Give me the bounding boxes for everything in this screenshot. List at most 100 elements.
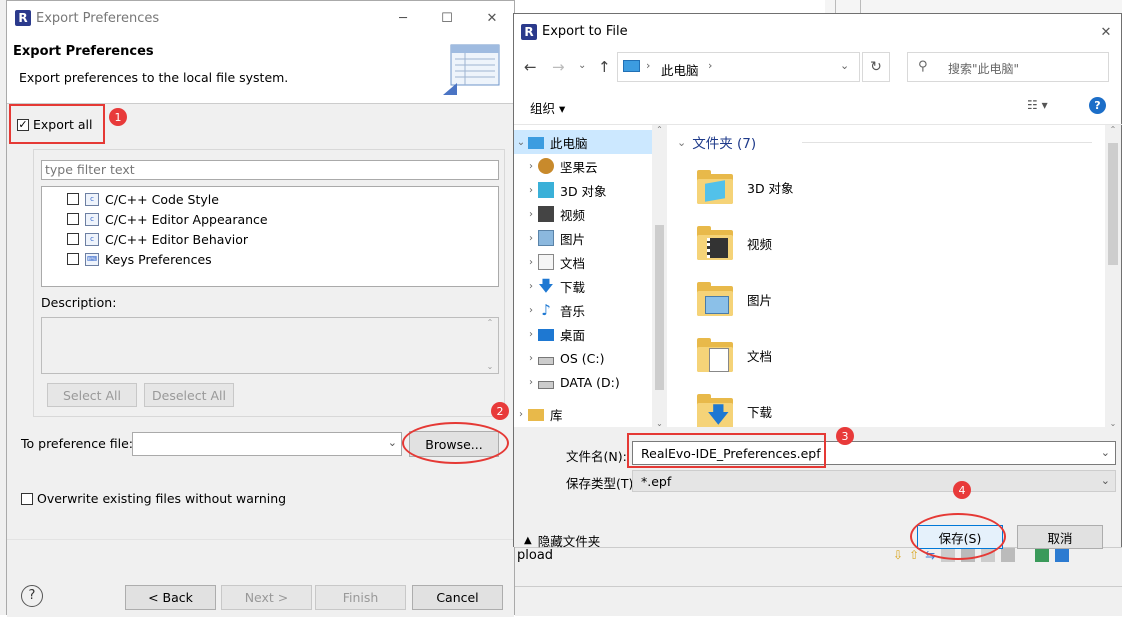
overwrite-checkbox[interactable]: Overwrite existing files without warning [21, 491, 286, 506]
overwrite-check[interactable] [21, 492, 33, 505]
nav-item-3d-objects[interactable]: › 3D 对象 [514, 178, 652, 202]
address-dropdown-icon[interactable]: ⌄ [840, 59, 849, 72]
nav-item-drive-d[interactable]: › DATA (D:) [514, 370, 652, 394]
recent-chevron-icon[interactable]: ⌄ [578, 60, 586, 71]
refresh-button[interactable]: ↻ [862, 52, 890, 82]
hide-folders-toggle[interactable]: ▲ 隐藏文件夹 [524, 531, 600, 550]
tree-item[interactable]: c C/C++ Editor Behavior [67, 229, 268, 249]
content-scrollbar[interactable]: ⌃ ⌄ [1105, 125, 1121, 428]
documents-icon [538, 254, 554, 270]
chevron-down-icon[interactable]: ⌄ [388, 436, 397, 449]
annotation-ellipse-2 [402, 422, 509, 464]
pictures-icon [538, 230, 554, 246]
section-divider [802, 142, 1092, 143]
tree-item-checkbox[interactable] [67, 253, 79, 265]
search-input[interactable]: ⚲ 搜索"此电脑" [907, 52, 1109, 82]
folder-downloads-icon: 🡇 [697, 394, 733, 428]
chevron-down-icon[interactable]: ⌄ [1101, 474, 1110, 487]
chevron-right-icon[interactable]: › [524, 377, 538, 388]
close-button[interactable]: ✕ [482, 8, 502, 28]
help-icon[interactable]: ? [21, 585, 43, 607]
breadcrumb-chevron-icon: › [646, 59, 651, 72]
chevron-down-icon[interactable]: ⌄ [1101, 446, 1110, 459]
header-description: Export preferences to the local file sys… [19, 70, 289, 85]
folder-item[interactable]: 图片 [697, 271, 794, 327]
address-bar[interactable]: › 此电脑 › ⌄ [617, 52, 860, 82]
filter-input[interactable]: type filter text [41, 160, 499, 180]
chevron-right-icon[interactable]: › [524, 185, 538, 196]
chevron-down-icon[interactable]: ⌄ [514, 137, 528, 148]
breadcrumb-chevron-icon: › [708, 59, 713, 72]
cancel-button[interactable]: 取消 [1017, 525, 1103, 549]
chevron-right-icon[interactable]: › [524, 257, 538, 268]
separator [7, 539, 516, 540]
nav-item-music[interactable]: › ♪ 音乐 [514, 298, 652, 322]
folder-item[interactable]: 文档 [697, 327, 794, 383]
cancel-button[interactable]: Cancel [412, 585, 503, 610]
up-arrow-icon[interactable]: ↑ [598, 58, 611, 76]
folder-label: 下载 [747, 404, 773, 420]
nav-item-label: 视频 [560, 207, 586, 223]
window-title: Export to File [542, 24, 628, 39]
close-button[interactable]: ✕ [1096, 22, 1116, 42]
tree-item[interactable]: ⌨ Keys Preferences [67, 249, 268, 269]
minimize-button[interactable]: ─ [393, 8, 413, 28]
preference-icon: c [85, 232, 99, 246]
nav-item-desktop[interactable]: › 桌面 [514, 322, 652, 346]
next-button[interactable]: Next > [221, 585, 312, 610]
nav-item-label: 坚果云 [560, 159, 598, 175]
maximize-button[interactable]: ☐ [437, 8, 457, 28]
section-header[interactable]: ⌄ 文件夹 (7) [677, 132, 757, 153]
to-file-combo[interactable]: ⌄ [132, 432, 402, 456]
app-logo-icon: R [15, 10, 31, 26]
folder-3d-objects-icon [697, 170, 733, 204]
folder-pictures-icon [697, 282, 733, 316]
filetype-select[interactable]: *.epf ⌄ [632, 470, 1116, 492]
nav-item-documents[interactable]: › 文档 [514, 250, 652, 274]
chevron-right-icon[interactable]: › [524, 209, 538, 220]
chevron-right-icon[interactable]: › [524, 281, 538, 292]
nav-item-drive-c[interactable]: › OS (C:) [514, 346, 652, 370]
nutstore-icon [538, 158, 554, 174]
chevron-right-icon[interactable]: › [524, 305, 538, 316]
tree-item-checkbox[interactable] [67, 193, 79, 205]
help-icon[interactable]: ? [1089, 97, 1106, 114]
chevron-right-icon[interactable]: › [524, 329, 538, 340]
finish-button[interactable]: Finish [315, 585, 406, 610]
nav-scrollbar[interactable]: ⌃ ⌄ [652, 125, 667, 428]
view-options-icon[interactable]: ☷ ▾ [1027, 98, 1048, 112]
search-placeholder: 搜索"此电脑" [948, 62, 1020, 76]
nav-item-video[interactable]: › 视频 [514, 202, 652, 226]
folder-item[interactable]: 3D 对象 [697, 159, 794, 215]
section-title: 文件夹 (7) [692, 136, 757, 152]
preference-icon: c [85, 192, 99, 206]
nav-item-downloads[interactable]: › 🡇 下载 [514, 274, 652, 298]
chevron-right-icon[interactable]: › [524, 233, 538, 244]
folder-video-icon [697, 226, 733, 260]
nav-item-library[interactable]: › 库 [514, 402, 652, 426]
nav-item-this-pc[interactable]: ⌄ 此电脑 [514, 130, 652, 154]
chevron-right-icon[interactable]: › [524, 353, 538, 364]
hide-folders-label: 隐藏文件夹 [537, 534, 601, 549]
back-arrow-icon[interactable]: ← [524, 58, 537, 76]
tree-item[interactable]: c C/C++ Code Style [67, 189, 268, 209]
tree-item-checkbox[interactable] [67, 213, 79, 225]
deselect-all-button[interactable]: Deselect All [144, 383, 234, 407]
nav-item-pictures[interactable]: › 图片 [514, 226, 652, 250]
annotation-badge-4: 4 [953, 481, 971, 499]
tree-item[interactable]: c C/C++ Editor Appearance [67, 209, 268, 229]
breadcrumb[interactable]: 此电脑 [661, 60, 699, 79]
forward-arrow-icon[interactable]: → [552, 58, 565, 76]
description-label: Description: [41, 295, 117, 310]
title-bar: R Export Preferences ─ ☐ ✕ [7, 1, 514, 35]
select-all-button[interactable]: Select All [47, 383, 137, 407]
nav-item-label: 桌面 [560, 327, 586, 343]
chevron-right-icon[interactable]: › [524, 161, 538, 172]
nav-item-nutstore[interactable]: › 坚果云 [514, 154, 652, 178]
back-button[interactable]: < Back [125, 585, 216, 610]
chevron-right-icon[interactable]: › [514, 409, 528, 420]
description-scrollbar[interactable]: ⌃ ⌄ [482, 318, 498, 373]
organize-menu[interactable]: 组织 ▾ [530, 98, 565, 117]
folder-item[interactable]: 视频 [697, 215, 794, 271]
tree-item-checkbox[interactable] [67, 233, 79, 245]
